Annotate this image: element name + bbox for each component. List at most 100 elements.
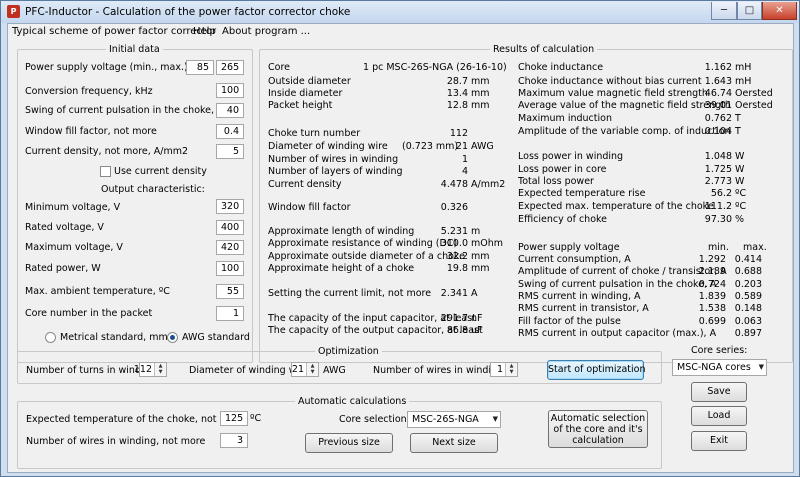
optimization-title: Optimization bbox=[315, 346, 382, 357]
result-value: 4.478 bbox=[440, 179, 468, 190]
window-fill-label: Window fill factor, not more bbox=[25, 126, 157, 137]
core-selection-value: MSC-26S-NGA bbox=[412, 414, 479, 425]
result-value: 56.2 bbox=[710, 188, 732, 199]
auto-select-core-button[interactable]: Automatic selection of the core and it's… bbox=[548, 410, 648, 448]
result-label: Window fill factor bbox=[268, 202, 351, 213]
close-button[interactable]: ✕ bbox=[762, 2, 797, 20]
opt-turns-spinner[interactable]: 112 ▲ ▼ bbox=[134, 362, 167, 377]
max-voltage-label: Maximum voltage, V bbox=[25, 242, 123, 253]
supply-row-max: 0.063 bbox=[734, 316, 762, 327]
result-value: 112 bbox=[449, 128, 468, 139]
supply-row-max: 0.589 bbox=[734, 291, 762, 302]
save-button[interactable]: Save bbox=[691, 382, 747, 402]
current-density-input[interactable]: 5 bbox=[216, 144, 244, 159]
result-value: 13.4 bbox=[446, 88, 468, 99]
supply-row-min: 0.699 bbox=[698, 316, 726, 327]
supply-row-min: 1.292 bbox=[698, 254, 726, 265]
opt-diameter-value: 21 bbox=[291, 364, 304, 375]
menu-typical-scheme[interactable]: Typical scheme of power factor corrector bbox=[12, 26, 216, 37]
result-unit: % bbox=[735, 214, 745, 225]
supply-row-label: Swing of current pulsation in the choke,… bbox=[518, 279, 717, 290]
opt-turns-value: 112 bbox=[133, 364, 152, 375]
min-voltage-input[interactable]: 320 bbox=[216, 199, 244, 214]
title-bar[interactable]: P PFC-Inductor - Calculation of the powe… bbox=[1, 1, 799, 23]
result-label: Loss power in core bbox=[518, 164, 607, 175]
awg-standard-radio[interactable] bbox=[167, 332, 178, 343]
core-selection-label: Core selection: bbox=[339, 414, 410, 425]
result-value: 1 bbox=[461, 154, 468, 165]
result-label: Outside diameter bbox=[268, 76, 351, 87]
result-unit: T bbox=[735, 126, 741, 137]
result-label: Packet height bbox=[268, 100, 333, 111]
supply-row-min: 2.189 bbox=[698, 266, 726, 277]
swing-input[interactable]: 40 bbox=[216, 103, 244, 118]
result-label: Choke turn number bbox=[268, 128, 361, 139]
auto-temp-input[interactable]: 125 bbox=[220, 411, 248, 426]
opt-turns-arrows[interactable]: ▲ ▼ bbox=[154, 363, 166, 376]
auto-temp-label: Expected temperature of the choke, not m… bbox=[26, 414, 245, 425]
supply-min-input[interactable]: 85 bbox=[186, 60, 214, 75]
supply-voltage-results-label: Power supply voltage bbox=[518, 242, 620, 253]
initial-data-title: Initial data bbox=[106, 44, 163, 55]
max-voltage-input[interactable]: 420 bbox=[216, 240, 244, 255]
maximize-button[interactable]: □ bbox=[737, 2, 762, 20]
previous-size-button[interactable]: Previous size bbox=[305, 433, 393, 453]
menu-help[interactable]: Help bbox=[193, 26, 216, 37]
rated-power-label: Rated power, W bbox=[25, 263, 101, 274]
result-unit: uF bbox=[471, 325, 483, 336]
metric-standard-label: Metrical standard, mm bbox=[60, 332, 168, 343]
result-value: 1.162 bbox=[704, 62, 732, 73]
core-series-combo[interactable]: MSC-NGA cores ▼ bbox=[672, 359, 767, 376]
load-button[interactable]: Load bbox=[691, 406, 747, 426]
chevron-down-icon: ▼ bbox=[492, 415, 498, 423]
result-unit: mOhm bbox=[471, 238, 504, 249]
result-value: 1.643 bbox=[704, 76, 732, 87]
metric-standard-radio[interactable] bbox=[45, 332, 56, 343]
ambient-temp-input[interactable]: 55 bbox=[216, 284, 244, 299]
window-title: PFC-Inductor - Calculation of the power … bbox=[25, 6, 351, 18]
result-label: Approximate height of a choke bbox=[268, 263, 415, 274]
menu-about[interactable]: About program ... bbox=[222, 26, 310, 37]
start-optimization-button[interactable]: Start of optimization bbox=[547, 360, 646, 380]
results-title: Results of calculation bbox=[490, 44, 598, 55]
optimization-group: Optimization Number of turns in winding … bbox=[17, 346, 662, 384]
result-value: 86.8 bbox=[446, 325, 468, 336]
result-label: Maximum induction bbox=[518, 113, 612, 124]
result-label: Total loss power bbox=[518, 176, 594, 187]
supply-row-min: 1.839 bbox=[698, 291, 726, 302]
result-value: 0.104 bbox=[704, 126, 732, 137]
supply-row-min: 0.724 bbox=[698, 279, 726, 290]
menu-bar: Typical scheme of power factor corrector… bbox=[8, 24, 793, 40]
supply-max-input[interactable]: 265 bbox=[216, 60, 244, 75]
auto-wires-input[interactable]: 3 bbox=[220, 433, 248, 448]
initial-data-group: Initial data Power supply voltage (min.,… bbox=[17, 44, 253, 363]
result-value: 1.725 bbox=[704, 164, 732, 175]
chevron-down-icon: ▼ bbox=[758, 363, 764, 371]
opt-diameter-spinner[interactable]: 21 ▲ ▼ bbox=[291, 362, 319, 377]
result-value: 5.231 bbox=[440, 226, 468, 237]
use-current-density-checkbox[interactable] bbox=[100, 166, 111, 177]
next-size-button[interactable]: Next size bbox=[410, 433, 498, 453]
opt-diameter-arrows[interactable]: ▲ ▼ bbox=[306, 363, 318, 376]
core-number-input[interactable]: 1 bbox=[216, 306, 244, 321]
min-voltage-label: Minimum voltage, V bbox=[25, 202, 121, 213]
core-number-label: Core number in the packet bbox=[25, 308, 153, 319]
result-value: 0.762 bbox=[704, 113, 732, 124]
main-client-area: Typical scheme of power factor corrector… bbox=[7, 23, 794, 473]
core-selection-combo[interactable]: MSC-26S-NGA ▼ bbox=[407, 411, 501, 428]
opt-wires-spinner[interactable]: 1 ▲ ▼ bbox=[490, 362, 518, 377]
minimize-button[interactable]: ─ bbox=[711, 2, 737, 20]
auto-wires-label: Number of wires in winding, not more bbox=[26, 436, 206, 447]
rated-voltage-input[interactable]: 400 bbox=[216, 220, 244, 235]
opt-wires-arrows[interactable]: ▲ ▼ bbox=[505, 363, 517, 376]
result-label: Approximate length of winding bbox=[268, 226, 415, 237]
rated-power-input[interactable]: 100 bbox=[216, 261, 244, 276]
results-group: Results of calculation Core 1 pc MSC-26S-… bbox=[259, 44, 793, 363]
window-fill-input[interactable]: 0.4 bbox=[216, 124, 244, 139]
frequency-input[interactable]: 100 bbox=[216, 83, 244, 98]
result-unit: A/mm2 bbox=[471, 179, 506, 190]
result-label: Number of layers of winding bbox=[268, 166, 403, 177]
exit-button[interactable]: Exit bbox=[691, 431, 747, 451]
max-header: max. bbox=[743, 242, 767, 253]
result-label: Loss power in winding bbox=[518, 151, 624, 162]
